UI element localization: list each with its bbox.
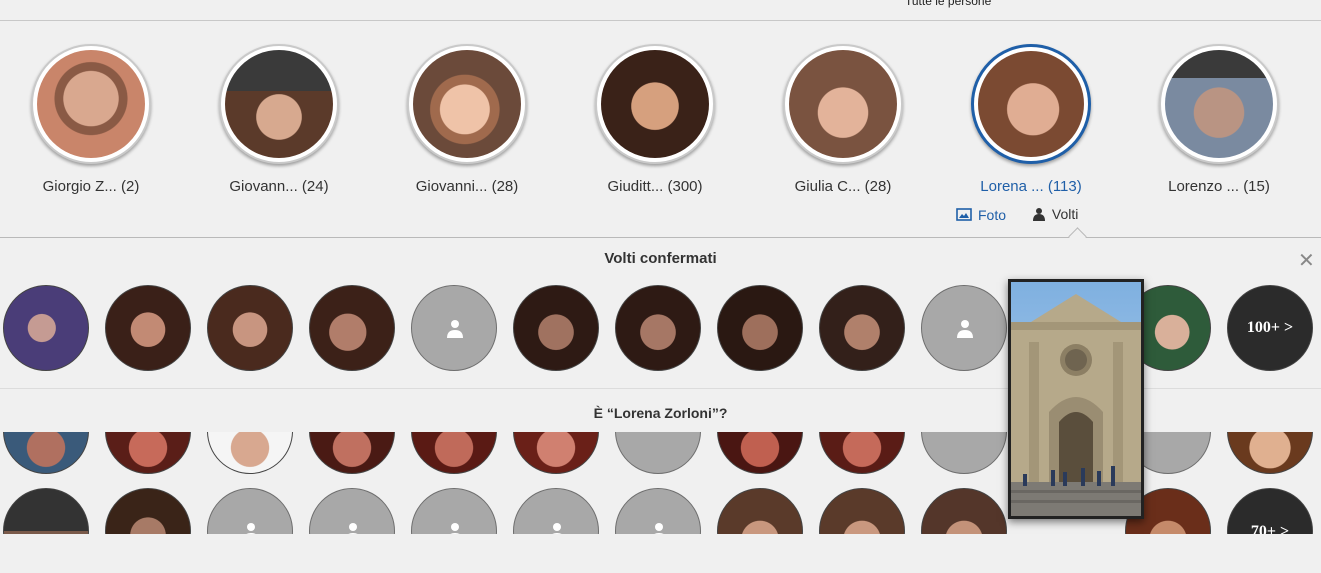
person-icon	[1032, 208, 1045, 221]
person-placeholder-icon	[957, 320, 973, 338]
person-card-giovanna[interactable]: Giovann... (24)	[185, 44, 373, 195]
face-placeholder[interactable]	[513, 488, 599, 534]
face-placeholder[interactable]	[411, 285, 497, 371]
face-thumbnail[interactable]	[819, 488, 905, 534]
face-thumbnail[interactable]	[105, 488, 191, 534]
person-label[interactable]: Giuditt... (300)	[561, 178, 749, 195]
face-thumbnail[interactable]	[207, 285, 293, 371]
top-divider	[0, 20, 1321, 21]
person-label[interactable]: Lorenzo ... (15)	[1125, 178, 1313, 195]
face-thumbnail[interactable]	[3, 488, 89, 534]
face-thumbnail[interactable]	[309, 432, 395, 474]
person-label[interactable]: Giovann... (24)	[185, 178, 373, 195]
person-card-lorena[interactable]: Lorena ... (113)	[937, 44, 1125, 195]
close-icon[interactable]: ✕	[1298, 248, 1315, 273]
face-thumbnail[interactable]	[513, 432, 599, 474]
person-label[interactable]: Giorgio Z... (2)	[0, 178, 185, 195]
face-thumbnail[interactable]	[513, 285, 599, 371]
person-card-giuditta[interactable]: Giuditt... (300)	[561, 44, 749, 195]
tab-volti[interactable]: Volti	[1032, 206, 1078, 222]
face-placeholder[interactable]	[921, 432, 1007, 474]
person-card-giovanni[interactable]: Giovanni... (28)	[373, 44, 561, 195]
person-label[interactable]: Giulia C... (28)	[749, 178, 937, 195]
face-thumbnail[interactable]	[3, 285, 89, 371]
tab-foto[interactable]: Foto	[956, 207, 1006, 223]
view-tabs: Foto Volti	[956, 206, 1100, 224]
face-thumbnail[interactable]	[717, 285, 803, 371]
face-thumbnail[interactable]	[615, 285, 701, 371]
person-label[interactable]: Giovanni... (28)	[373, 178, 561, 195]
panel-caret	[1068, 227, 1087, 246]
face-placeholder[interactable]	[615, 432, 701, 474]
more-suggested-button[interactable]: 70+ >	[1227, 488, 1313, 534]
person-avatar[interactable]	[1159, 44, 1279, 164]
panel-divider	[0, 237, 1321, 238]
photo-preview	[1008, 279, 1144, 519]
page-header-title: Tutte le persone	[905, 0, 992, 8]
photo-icon	[956, 208, 972, 221]
face-thumbnail[interactable]	[309, 285, 395, 371]
face-thumbnail[interactable]	[105, 432, 191, 474]
face-thumbnail[interactable]	[3, 432, 89, 474]
face-thumbnail[interactable]	[819, 285, 905, 371]
person-label[interactable]: Lorena ... (113)	[937, 178, 1125, 195]
person-placeholder-icon	[246, 523, 256, 534]
more-confirmed-button[interactable]: 100+ >	[1227, 285, 1313, 371]
person-placeholder-icon	[348, 523, 358, 534]
confirmed-faces-title: Volti confermati	[604, 250, 717, 267]
person-avatar[interactable]	[971, 44, 1091, 164]
face-thumbnail[interactable]	[717, 488, 803, 534]
person-avatar[interactable]	[595, 44, 715, 164]
person-avatar[interactable]	[407, 44, 527, 164]
face-thumbnail[interactable]	[717, 432, 803, 474]
face-thumbnail[interactable]	[921, 488, 1007, 534]
face-placeholder[interactable]	[411, 488, 497, 534]
person-avatar[interactable]	[219, 44, 339, 164]
face-thumbnail[interactable]	[1227, 432, 1313, 474]
face-thumbnail[interactable]	[819, 432, 905, 474]
church-photo	[1011, 282, 1141, 516]
face-placeholder[interactable]	[309, 488, 395, 534]
person-placeholder-icon	[450, 523, 460, 534]
face-thumbnail[interactable]	[105, 285, 191, 371]
face-thumbnail[interactable]	[411, 432, 497, 474]
person-card-lorenzo[interactable]: Lorenzo ... (15)	[1125, 44, 1313, 195]
person-placeholder-icon	[447, 320, 463, 338]
person-placeholder-icon	[654, 523, 664, 534]
face-placeholder[interactable]	[615, 488, 701, 534]
person-card-giorgio[interactable]: Giorgio Z... (2)	[0, 44, 185, 195]
tab-foto-label: Foto	[978, 206, 1007, 223]
person-avatar[interactable]	[783, 44, 903, 164]
person-avatar[interactable]	[31, 44, 151, 164]
face-placeholder[interactable]	[207, 488, 293, 534]
face-placeholder[interactable]	[921, 285, 1007, 371]
tab-volti-label: Volti	[1051, 206, 1079, 222]
face-thumbnail[interactable]	[207, 432, 293, 474]
person-placeholder-icon	[552, 523, 562, 534]
person-card-giulia[interactable]: Giulia C... (28)	[749, 44, 937, 195]
